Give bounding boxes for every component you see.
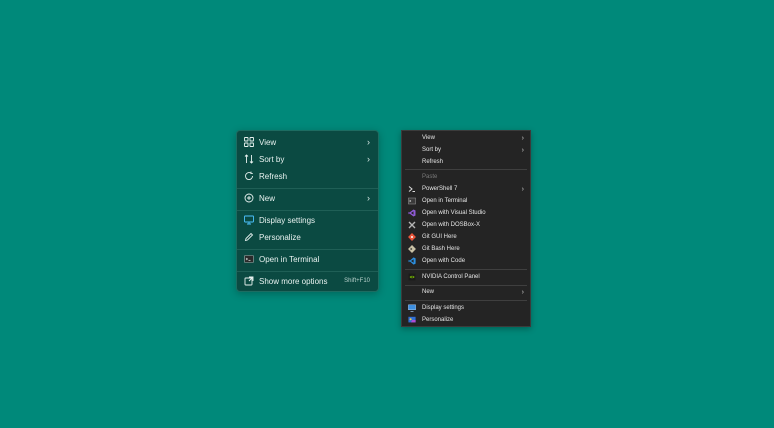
chevron-right-icon: ›	[367, 137, 370, 147]
menu-separator	[405, 169, 527, 170]
monitor-icon	[244, 215, 254, 225]
menu-item-open-in-terminal[interactable]: Open in Terminal	[237, 250, 378, 268]
menu-item-personalize[interactable]: Personalize	[237, 228, 378, 246]
chevron-right-icon: ›	[521, 185, 524, 193]
terminal-icon	[244, 254, 254, 264]
chevron-right-icon: ›	[367, 154, 370, 164]
menu-item-label: PowerShell 7	[422, 186, 458, 192]
menu-item-label: View	[259, 137, 277, 147]
menu-item-label: Sort by	[422, 147, 442, 153]
classic-item-sort-by[interactable]: Sort by ›	[402, 144, 530, 156]
menu-item-label: Open in Terminal	[422, 198, 468, 204]
menu-item-refresh[interactable]: Refresh	[237, 167, 378, 185]
git-gui-icon	[408, 233, 416, 241]
chevron-right-icon: ›	[521, 288, 524, 296]
classic-item-open-with-dosbox-x[interactable]: Open with DOSBox-X	[402, 219, 530, 231]
classic-item-view[interactable]: View ›	[402, 132, 530, 144]
menu-item-label: Open in Terminal	[259, 254, 320, 264]
menu-item-label: Refresh	[422, 159, 444, 165]
chevron-right-icon: ›	[521, 134, 524, 142]
menu-item-label: View	[422, 135, 435, 141]
chevron-right-icon: ›	[521, 146, 524, 154]
refresh-icon	[244, 171, 254, 181]
nvidia-icon	[408, 273, 416, 281]
personalize-icon	[408, 316, 416, 324]
classic-item-git-gui-here[interactable]: Git GUI Here	[402, 231, 530, 243]
menu-item-new[interactable]: New ›	[237, 189, 378, 207]
menu-item-label: New	[422, 289, 435, 295]
menu-item-label: Personalize	[422, 317, 454, 323]
menu-separator	[405, 269, 527, 270]
chevron-right-icon: ›	[367, 193, 370, 203]
menu-item-label: Open with Code	[422, 258, 466, 264]
menu-item-label: Git GUI Here	[422, 234, 457, 240]
menu-item-display-settings[interactable]: Display settings	[237, 211, 378, 229]
classic-item-powershell-7[interactable]: PowerShell 7 ›	[402, 183, 530, 195]
menu-item-label: Open with DOSBox-X	[422, 222, 481, 228]
menu-item-show-more-options[interactable]: Show more options Shift+F10	[237, 272, 378, 290]
classic-item-new[interactable]: New ›	[402, 286, 530, 298]
sort-icon	[244, 154, 254, 164]
menu-item-view[interactable]: View ›	[237, 133, 378, 151]
pen-icon	[244, 232, 254, 242]
classic-item-personalize[interactable]: Personalize	[402, 314, 530, 326]
menu-separator	[405, 300, 527, 301]
menu-item-label: Display settings	[422, 305, 465, 311]
plus-circle-icon	[244, 193, 254, 203]
classic-item-refresh[interactable]: Refresh	[402, 156, 530, 168]
terminal-icon	[408, 197, 416, 205]
menu-item-label: Open with Visual Studio	[422, 210, 486, 216]
classic-item-open-with-visual-studio[interactable]: Open with Visual Studio	[402, 207, 530, 219]
menu-item-label: Display settings	[259, 215, 316, 225]
keyboard-shortcut: Shift+F10	[344, 278, 370, 284]
external-link-icon	[244, 276, 254, 286]
dosbox-icon	[408, 221, 416, 229]
monitor-icon	[408, 304, 416, 312]
grid-icon	[244, 137, 254, 147]
menu-item-label: Paste	[422, 174, 438, 180]
menu-item-label: Personalize	[259, 232, 301, 242]
modern-context-menu: View › Sort by › Refresh New › Display s…	[236, 130, 379, 292]
menu-item-sort-by[interactable]: Sort by ›	[237, 150, 378, 168]
git-bash-icon	[408, 245, 416, 253]
classic-item-display-settings[interactable]: Display settings	[402, 302, 530, 314]
menu-item-label: New	[259, 193, 276, 203]
classic-item-paste: Paste	[402, 171, 530, 183]
menu-item-label: Sort by	[259, 154, 285, 164]
classic-item-open-in-terminal[interactable]: Open in Terminal	[402, 195, 530, 207]
menu-item-label: NVIDIA Control Panel	[422, 274, 480, 280]
classic-item-git-bash-here[interactable]: Git Bash Here	[402, 243, 530, 255]
powershell-icon	[408, 185, 416, 193]
classic-context-menu: View › Sort by › Refresh Paste PowerShel…	[401, 130, 531, 327]
vscode-icon	[408, 257, 416, 265]
menu-item-label: Refresh	[259, 171, 288, 181]
classic-item-open-with-code[interactable]: Open with Code	[402, 255, 530, 267]
classic-item-nvidia-control-panel[interactable]: NVIDIA Control Panel	[402, 271, 530, 283]
visual-studio-icon	[408, 209, 416, 217]
menu-item-label: Show more options	[259, 276, 328, 286]
menu-item-label: Git Bash Here	[422, 246, 460, 252]
